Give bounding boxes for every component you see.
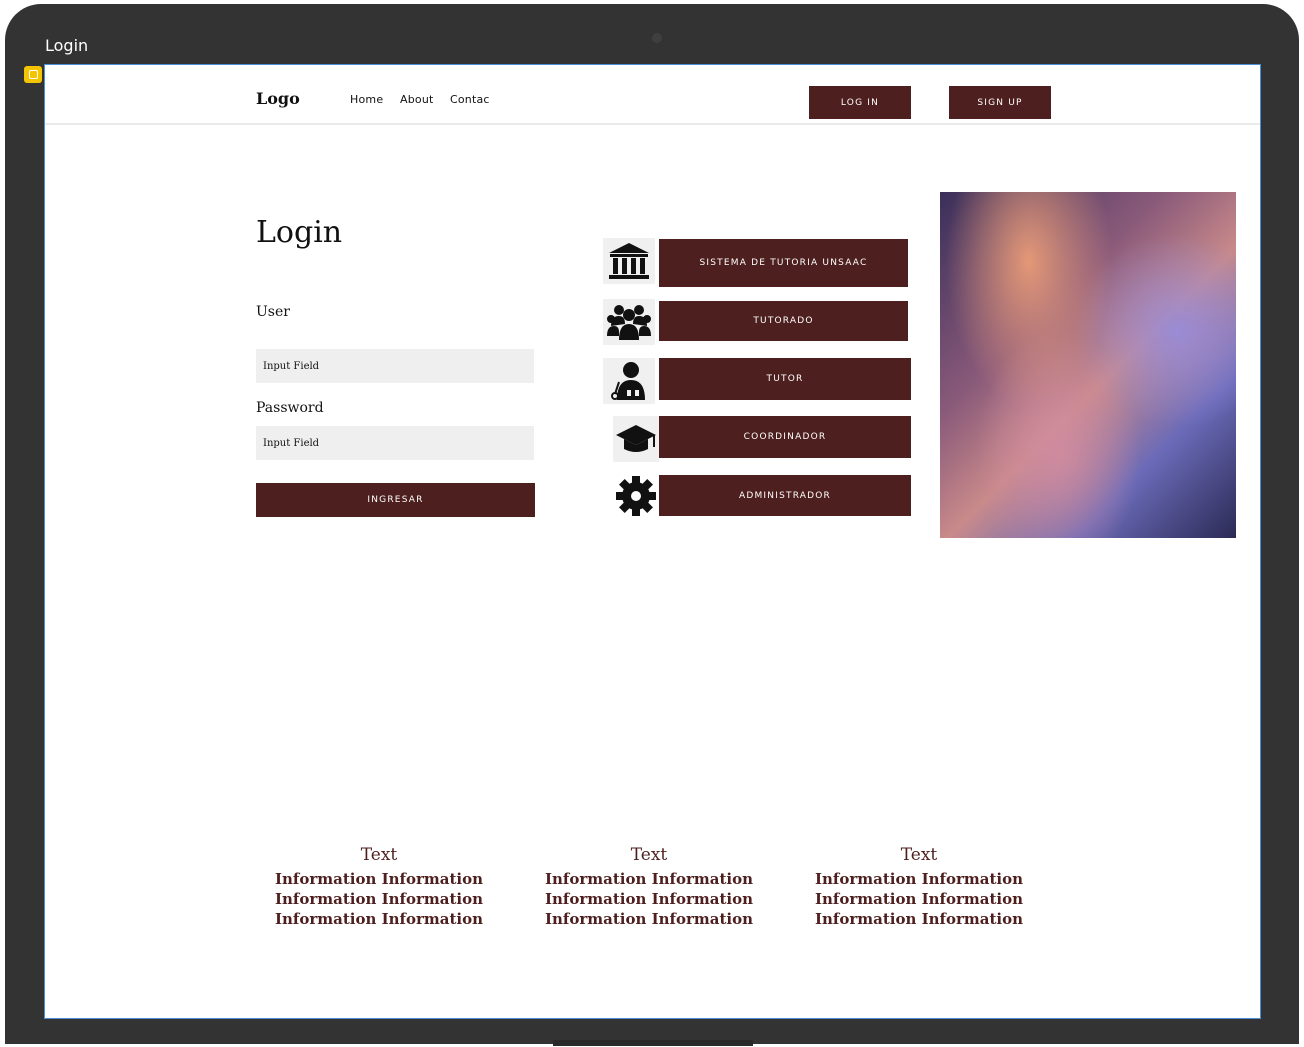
nav-link-home[interactable]: Home (350, 93, 383, 106)
institution-icon (603, 238, 655, 284)
window-title: Login (45, 36, 89, 55)
footer-column-1: Text Information Information Information… (264, 845, 494, 929)
footer-line: Information Information (274, 910, 484, 928)
footer-line: Information Information (814, 890, 1024, 908)
nav-link-about[interactable]: About (400, 93, 434, 106)
signup-nav-button[interactable]: SIGN UP (949, 86, 1051, 119)
home-indicator (553, 1040, 753, 1046)
group-icon (603, 299, 655, 345)
canyon-image (940, 192, 1236, 538)
camera-dot (652, 33, 662, 43)
ingresar-button[interactable]: INGRESAR (256, 483, 535, 517)
role-button-tutor[interactable]: TUTOR (659, 358, 911, 400)
password-input[interactable]: Input Field (256, 426, 534, 460)
footer-line: Information Information (814, 870, 1024, 888)
footer-line: Information Information (544, 870, 754, 888)
screen: Logo Home About Contac LOG IN SIGN UP Lo… (44, 64, 1261, 1019)
footer-title: Text (630, 845, 668, 865)
logo[interactable]: Logo (256, 89, 300, 108)
user-input[interactable]: Input Field (256, 349, 534, 383)
footer-line: Information Information (544, 890, 754, 908)
footer-line: Information Information (814, 910, 1024, 928)
nav-link-contact[interactable]: Contac (450, 93, 490, 106)
user-tie-icon (603, 358, 655, 404)
login-nav-button[interactable]: LOG IN (809, 86, 911, 119)
gear-icon (613, 473, 659, 519)
footer-column-2: Text Information Information Information… (534, 845, 764, 929)
role-button-administrador[interactable]: ADMINISTRADOR (659, 475, 911, 516)
footer-line: Information Information (544, 910, 754, 928)
password-label: Password (256, 400, 324, 416)
graduation-cap-icon (613, 416, 659, 462)
frame-badge-icon[interactable] (24, 66, 42, 83)
role-button-coordinador[interactable]: COORDINADOR (659, 416, 911, 458)
footer-column-3: Text Information Information Information… (804, 845, 1034, 929)
user-label: User (256, 304, 290, 320)
footer-title: Text (360, 845, 398, 865)
role-button-sistema[interactable]: SISTEMA DE TUTORIA UNSAAC (659, 239, 908, 287)
role-button-tutorado[interactable]: TUTORADO (659, 301, 908, 341)
footer-line: Information Information (274, 890, 484, 908)
top-navbar: Logo Home About Contac LOG IN SIGN UP (45, 65, 1260, 125)
footer-title: Text (900, 845, 938, 865)
footer-line: Information Information (274, 870, 484, 888)
login-title: Login (256, 215, 343, 250)
